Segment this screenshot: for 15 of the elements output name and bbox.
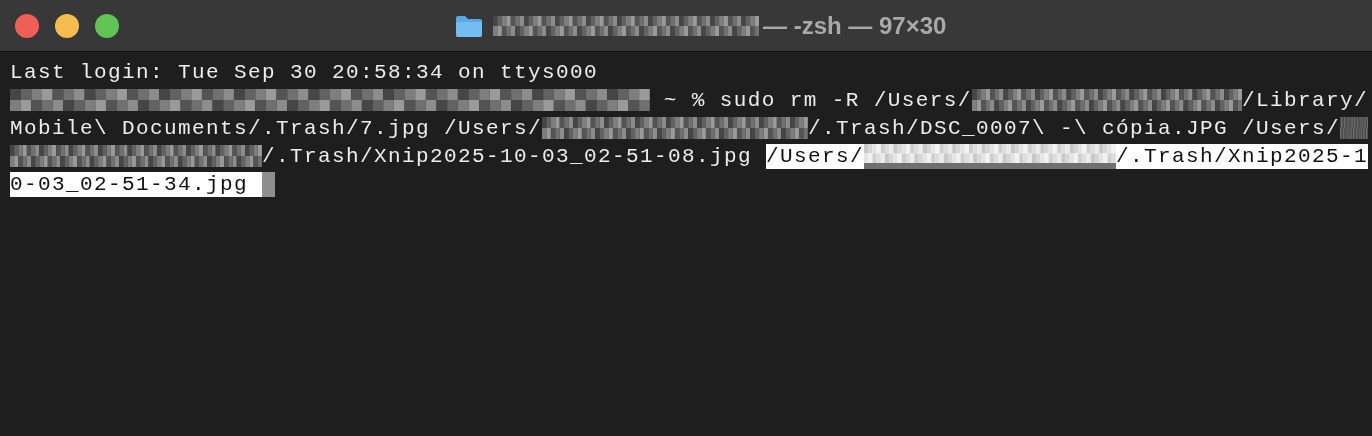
terminal-text: /Library/ [1241, 87, 1368, 113]
close-button[interactable] [15, 13, 39, 38]
terminal-text: ~ % sudo rm -R /Users/ [662, 87, 972, 113]
terminal-text: /Users/ [766, 143, 865, 169]
terminal-text: Last login: Tue Sep 30 20:58:34 on ttys000 [10, 59, 599, 85]
terminal-text: /.Trash/Xnip2025-10-03_02-51-08.jpg [261, 143, 753, 169]
terminal-text: Mobile\ Documents/.Trash/7.jpg /Users/ [10, 115, 543, 141]
terminal-text: 0-03_02-51-34.jpg [10, 171, 263, 197]
window-title: — -zsh — 97×30 [763, 11, 947, 40]
zoom-button[interactable] [95, 13, 119, 38]
terminal-text: /.Trash/Xnip2025-1 [1115, 143, 1368, 169]
minimize-button[interactable] [55, 13, 79, 38]
text-cursor [262, 171, 276, 197]
terminal-text: /.Trash/DSC_0007\ -\ cópia.JPG /Users/ [807, 115, 1340, 141]
folder-icon [455, 13, 483, 38]
